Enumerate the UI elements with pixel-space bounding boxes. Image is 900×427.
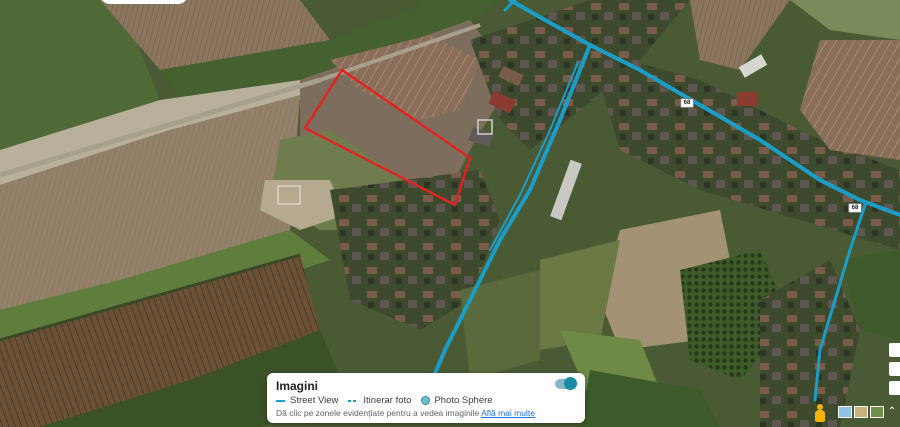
imagery-legend: Imagini Street View Itinerar foto Photo … xyxy=(267,373,585,423)
learn-more-link[interactable]: Află mai multe xyxy=(481,408,535,418)
legend-items: Street View Itinerar foto Photo Sphere xyxy=(276,395,503,406)
thumbnail-terrain[interactable] xyxy=(854,406,868,418)
dashed-line-icon xyxy=(348,399,359,402)
pegman-icon[interactable] xyxy=(812,403,828,423)
line-icon xyxy=(276,399,285,402)
legend-item-label: Photo Sphere xyxy=(434,395,493,406)
circle-icon xyxy=(421,396,431,405)
map-control-button[interactable] xyxy=(889,343,900,357)
legend-hint: Dă clic pe zonele evidențiate pentru a v… xyxy=(276,408,535,418)
road-number-badge: 68 xyxy=(680,98,694,108)
expand-icon[interactable]: ⌃ xyxy=(886,405,898,419)
map-control-button[interactable] xyxy=(889,381,900,395)
map-control-button[interactable] xyxy=(889,362,900,376)
imagery-toggle[interactable] xyxy=(555,377,577,390)
legend-title: Imagini xyxy=(276,379,319,393)
road-number-badge: 68 xyxy=(848,203,862,213)
legend-item-label: Street View xyxy=(290,395,339,406)
legend-item-street-view: Street View xyxy=(276,395,338,406)
thumbnail-satellite[interactable] xyxy=(870,406,884,418)
layers-thumbnails[interactable] xyxy=(838,406,884,418)
legend-item-photo-sphere: Photo Sphere xyxy=(421,395,493,406)
thumbnail-map[interactable] xyxy=(838,406,852,418)
legend-item-label: Itinerar foto xyxy=(363,395,412,406)
legend-hint-text: Dă clic pe zonele evidențiate pentru a v… xyxy=(276,408,480,418)
search-box-edge[interactable] xyxy=(100,0,188,4)
legend-item-photo-path: Itinerar foto xyxy=(348,395,411,406)
satellite-map[interactable] xyxy=(0,0,900,427)
